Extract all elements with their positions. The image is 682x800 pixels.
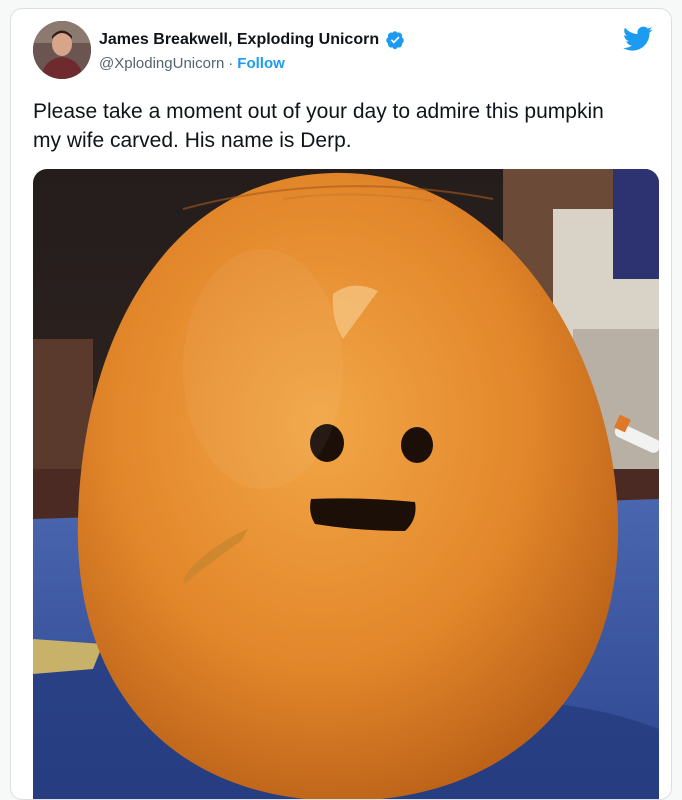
twitter-bird-icon[interactable] xyxy=(623,26,653,52)
author-name[interactable]: James Breakwell, Exploding Unicorn xyxy=(99,31,379,49)
author-handle[interactable]: @XplodingUnicorn xyxy=(99,55,224,72)
author-row: James Breakwell, Exploding Unicorn xyxy=(99,30,405,50)
tweet-photo[interactable] xyxy=(33,169,659,799)
follow-button[interactable]: Follow xyxy=(237,55,285,72)
tweet-card: James Breakwell, Exploding Unicorn @Xplo… xyxy=(10,8,672,800)
avatar[interactable] xyxy=(33,21,91,79)
handle-row: @XplodingUnicorn · Follow xyxy=(99,55,285,72)
avatar-image xyxy=(33,21,91,79)
verified-badge-icon xyxy=(386,31,404,50)
separator: · xyxy=(228,55,234,72)
pumpkin-photo xyxy=(33,169,659,799)
tweet-text: Please take a moment out of your day to … xyxy=(33,100,604,152)
